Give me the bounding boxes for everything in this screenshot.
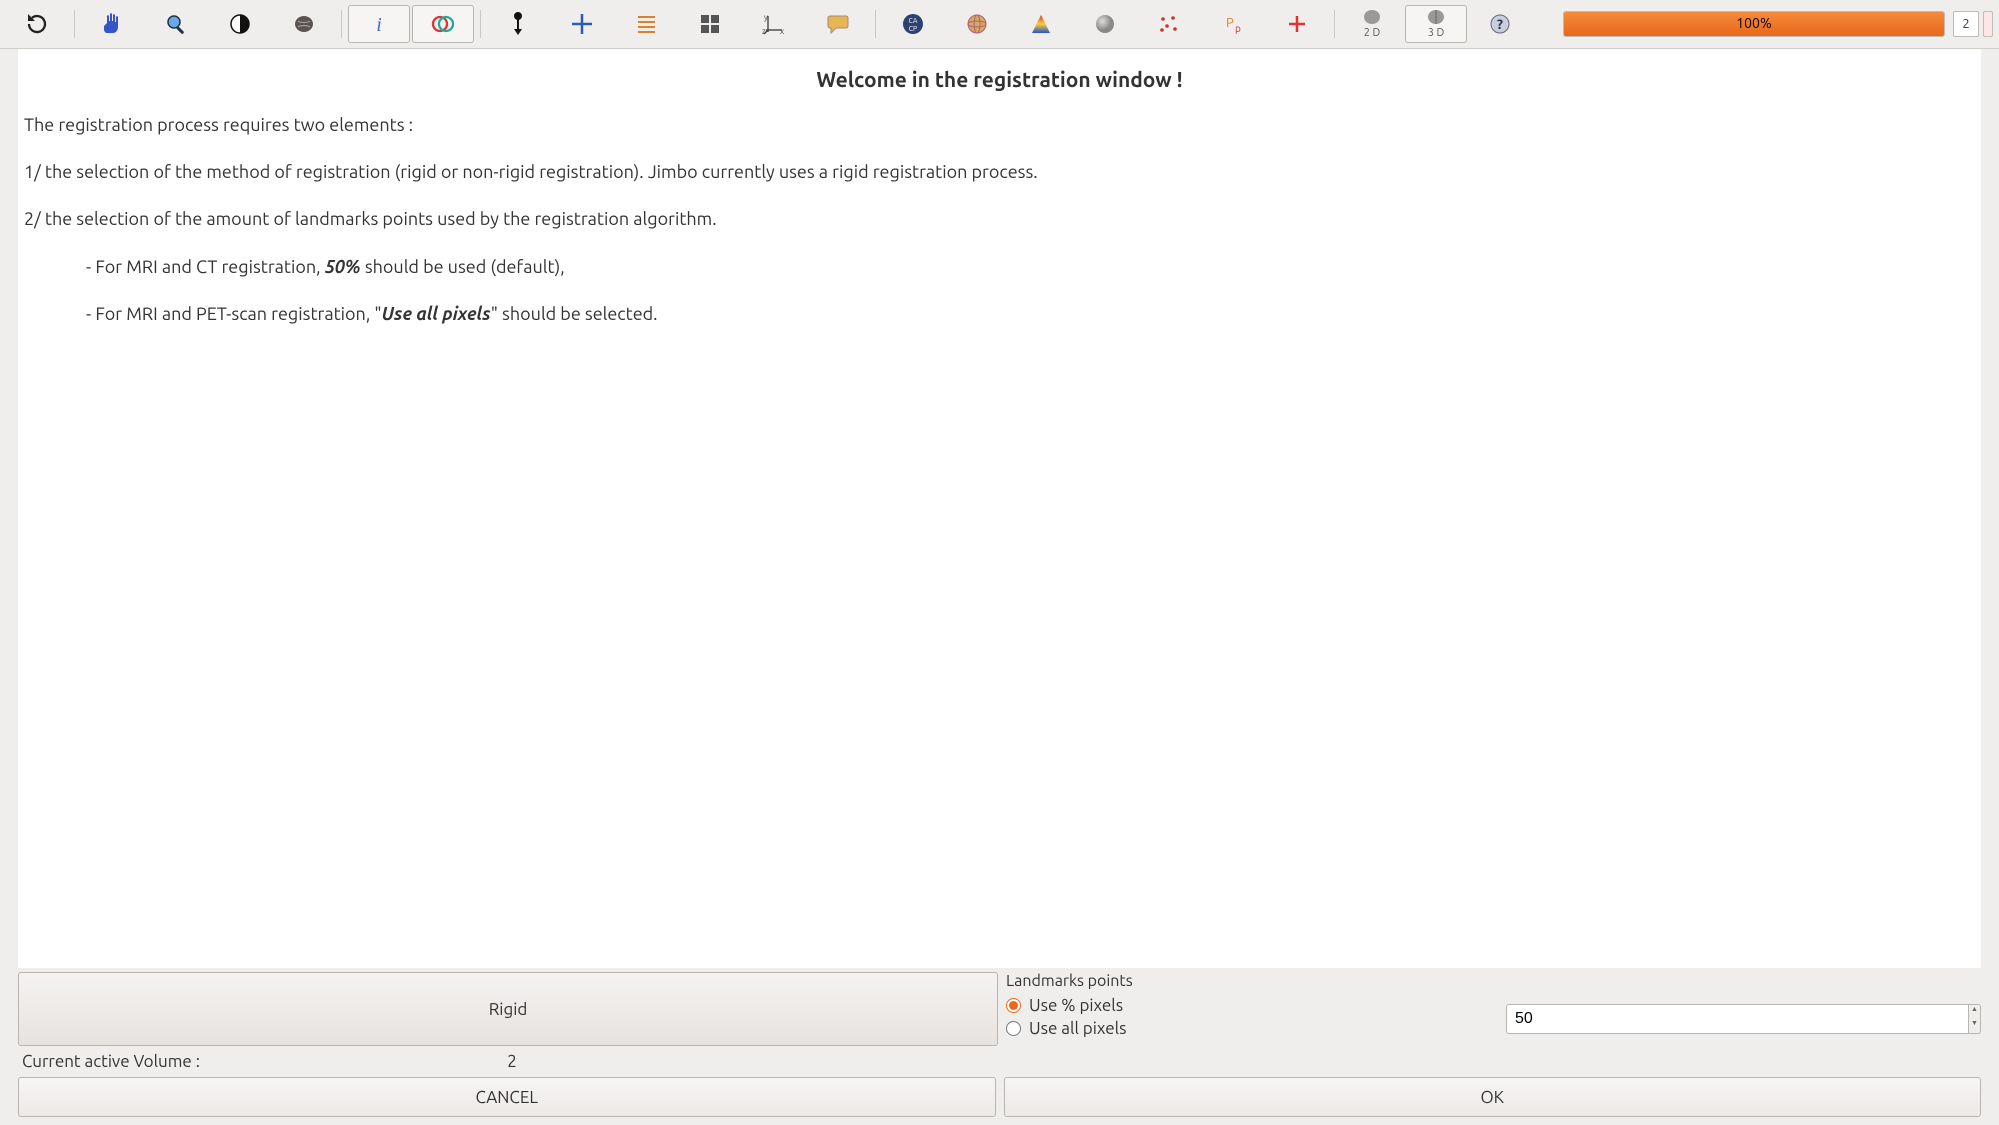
help-icon[interactable]: ? [1469, 5, 1531, 43]
page-spinner[interactable] [1983, 11, 1993, 37]
svg-text:?: ? [1497, 16, 1503, 32]
speech-icon[interactable] [807, 5, 869, 43]
intro-text: The registration process requires two el… [24, 113, 1975, 138]
svg-text:p: p [1235, 23, 1241, 34]
svg-text:x: x [780, 27, 784, 36]
overlay-icon[interactable] [412, 5, 474, 43]
landmarks-title: Landmarks points [1006, 972, 1981, 990]
step1-text: 1/ the selection of the method of regist… [24, 160, 1975, 185]
plus-red-icon[interactable] [1266, 5, 1328, 43]
content-area: Welcome in the registration window ! The… [18, 49, 1981, 968]
page-indicator[interactable]: 2 [1953, 11, 1979, 37]
axes-icon[interactable]: x yz [743, 5, 805, 43]
svg-text:z: z [762, 27, 766, 36]
cancel-button[interactable]: CANCEL [18, 1077, 996, 1117]
percent-spinner[interactable]: ▲▼ [1969, 1004, 1981, 1034]
marker-icon[interactable]: Pp [1202, 5, 1264, 43]
contrast-icon[interactable] [209, 5, 271, 43]
volume-row: Current active Volume : 2 [18, 1046, 1981, 1077]
bullet1: - For MRI and CT registration, 50% shoul… [24, 255, 1975, 280]
grid-icon[interactable] [679, 5, 741, 43]
pin-icon[interactable] [487, 5, 549, 43]
info-icon[interactable]: i [348, 5, 410, 43]
radio-use-all[interactable]: Use all pixels [1006, 1019, 1496, 1038]
ok-button[interactable]: OK [1004, 1077, 1982, 1117]
svg-text:y: y [764, 13, 768, 22]
toolbar: i x yz CACP [0, 0, 1999, 49]
svg-text:i: i [376, 14, 382, 35]
rigid-button[interactable]: Rigid [18, 972, 998, 1046]
brain-icon[interactable] [273, 5, 335, 43]
page-title: Welcome in the registration window ! [24, 67, 1975, 91]
globe-icon[interactable] [946, 5, 1008, 43]
zoom-icon[interactable] [145, 5, 207, 43]
scatter-icon[interactable] [1138, 5, 1200, 43]
list-icon[interactable] [615, 5, 677, 43]
svg-text:CP: CP [909, 25, 917, 33]
hand-icon[interactable] [81, 5, 143, 43]
bullet2: - For MRI and PET-scan registration, "Us… [24, 302, 1975, 327]
step2-text: 2/ the selection of the amount of landma… [24, 207, 1975, 232]
landmarks-group: Landmarks points Use % pixels Use all pi… [1006, 972, 1981, 1046]
controls-panel: Rigid Landmarks points Use % pixels Use … [0, 968, 1999, 1125]
refresh-icon[interactable] [6, 5, 68, 43]
colormap-icon[interactable] [1010, 5, 1072, 43]
crosshair-icon[interactable] [551, 5, 613, 43]
brain3d-icon[interactable]: 3 D [1405, 5, 1467, 43]
brain2d-icon[interactable]: 2 D [1341, 5, 1403, 43]
sphere-icon[interactable] [1074, 5, 1136, 43]
svg-text:P: P [1226, 16, 1234, 30]
cacp-icon[interactable]: CACP [882, 5, 944, 43]
radio-use-percent[interactable]: Use % pixels [1006, 996, 1496, 1015]
progress-bar: 100% [1563, 11, 1945, 37]
svg-text:CA: CA [908, 17, 917, 25]
percent-input[interactable] [1506, 1004, 1969, 1034]
